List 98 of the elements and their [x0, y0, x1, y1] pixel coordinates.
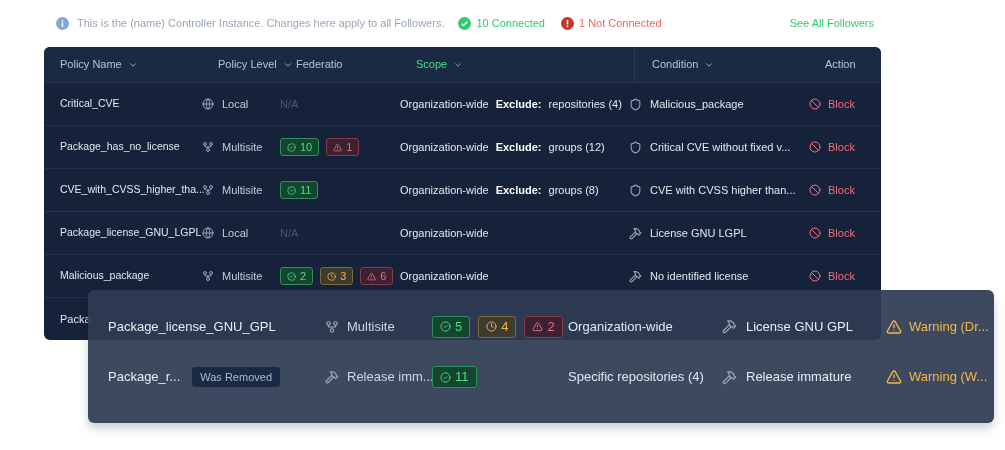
- hammer-icon: [722, 369, 737, 385]
- hammer-icon: [629, 226, 642, 240]
- globe-icon: [202, 98, 214, 110]
- policy-level: Local: [222, 225, 249, 241]
- column-header[interactable]: Scope: [416, 56, 464, 73]
- clock-icon: [486, 321, 498, 332]
- check-circle-icon: [440, 321, 451, 332]
- hammer-icon: [722, 319, 737, 334]
- policy-level: Release imm...: [347, 368, 434, 387]
- shield-icon: [629, 97, 642, 111]
- count-badge: 11: [432, 366, 477, 388]
- action-label: Block: [809, 95, 865, 113]
- policy-name: Packa: [60, 312, 91, 328]
- hammer-icon: [325, 370, 339, 384]
- count-badge: 2: [280, 267, 314, 285]
- action-label: Block: [809, 267, 865, 285]
- count-badge: 2: [524, 315, 563, 338]
- count-badge: 5: [432, 315, 471, 338]
- policy-name: Malicious_package: [60, 268, 150, 284]
- count-badge: 11: [280, 181, 319, 199]
- scope-text: Organization-wide: [400, 225, 489, 241]
- count-badge: 6: [360, 267, 394, 285]
- fork-icon: [202, 141, 214, 153]
- condition-label: Critical CVE without fixed v...: [650, 139, 791, 155]
- scope-text: Specific repositories (4): [568, 368, 704, 387]
- action-label: Block: [809, 181, 865, 199]
- exclude-value: repositories (4): [548, 96, 622, 112]
- check-circle-icon: [458, 16, 472, 30]
- exclamation-icon: [560, 16, 574, 30]
- fork-icon: [202, 270, 214, 282]
- policy-name: CVE_with_CVSS_higher_tha...: [60, 182, 205, 198]
- column-header: Action: [825, 57, 856, 73]
- check-circle-icon: [440, 371, 451, 383]
- policy-name: Package_license_GNU_LGPL: [60, 225, 202, 241]
- exclude-label: Exclude:: [495, 182, 542, 198]
- scope-text: Organization-wide: [568, 317, 673, 336]
- policy-level: Multisite: [222, 139, 263, 155]
- info-icon: [56, 16, 69, 30]
- action-label: Warning (Dr...: [886, 316, 994, 337]
- clock-icon: [327, 271, 337, 281]
- warning-icon: [367, 271, 377, 281]
- check-circle-icon: [287, 271, 296, 281]
- policy-level: Multisite: [222, 182, 263, 198]
- warning-icon: [886, 318, 902, 335]
- block-icon: [809, 227, 821, 239]
- scope-text: Organization-wide: [400, 139, 489, 155]
- policy-level: Local: [222, 96, 249, 112]
- block-icon: [809, 141, 821, 153]
- highlight-row[interactable]: Package_r... Was Removed Release imm... 11 Specific repositories (4) Release immature Warning (W...: [88, 362, 994, 392]
- shield-icon: [629, 183, 642, 197]
- exclude-value: groups (12): [548, 139, 605, 155]
- column-header[interactable]: Policy Name: [60, 56, 138, 73]
- policy-name: Critical_CVE: [60, 96, 120, 112]
- condition-label: Release immature: [746, 368, 852, 387]
- policy-name: Package_license_GNU_GPL: [108, 317, 276, 336]
- info-message: This is the (name) Controller Instance. Changes here apply to all Followers.: [77, 15, 445, 31]
- warning-icon: [532, 321, 544, 332]
- count-badge: 1: [326, 138, 360, 156]
- action-label: Block: [809, 138, 865, 156]
- globe-icon: [202, 227, 214, 239]
- policy-level: Multisite: [347, 317, 395, 336]
- removed-tag: Was Removed: [192, 366, 280, 388]
- block-icon: [809, 98, 821, 110]
- warning-icon: [333, 142, 343, 152]
- exclude-label: Exclude:: [495, 139, 542, 155]
- condition-label: CVE with CVSS higher than...: [650, 182, 796, 198]
- block-icon: [809, 270, 821, 282]
- exclude-label: Exclude:: [495, 96, 542, 112]
- action-label: Block: [809, 224, 865, 242]
- column-header[interactable]: Policy Level: [218, 56, 293, 73]
- count-badge: 10: [280, 138, 320, 156]
- highlight-row[interactable]: Package_license_GNU_GPL Multisite 5 4 2 Organization-wide License GNU GPL Warning (Dr...: [88, 290, 994, 362]
- hammer-icon: [629, 269, 642, 283]
- fork-icon: [202, 184, 214, 196]
- scope-text: Organization-wide: [400, 268, 489, 284]
- scope-text: Organization-wide: [400, 96, 489, 112]
- not-connected-count: 1 Not Connected: [578, 15, 662, 31]
- fork-icon: [325, 319, 339, 334]
- policy-name: Package_r...: [108, 368, 181, 387]
- scope-text: Organization-wide: [400, 182, 489, 198]
- exclude-value: groups (8): [548, 182, 599, 198]
- count-badge: 4: [478, 315, 517, 338]
- policy-name: Package_has_no_license: [60, 139, 180, 155]
- shield-icon: [629, 140, 642, 154]
- warning-icon: [886, 369, 902, 385]
- condition-label: License GNU LGPL: [650, 225, 747, 241]
- condition-label: License GNU GPL: [746, 317, 853, 336]
- column-header[interactable]: Condition: [652, 56, 715, 73]
- policy-level: Multisite: [222, 268, 263, 284]
- condition-label: No identified license: [650, 268, 749, 284]
- connected-count: 10 Connected: [476, 15, 545, 31]
- action-label: Warning (W...: [886, 367, 994, 387]
- count-badge: 3: [320, 267, 354, 285]
- column-header: Federatio: [296, 57, 343, 73]
- block-icon: [809, 184, 821, 196]
- condition-label: Malicious_package: [650, 96, 744, 112]
- check-circle-icon: [287, 142, 296, 152]
- check-circle-icon: [287, 185, 296, 195]
